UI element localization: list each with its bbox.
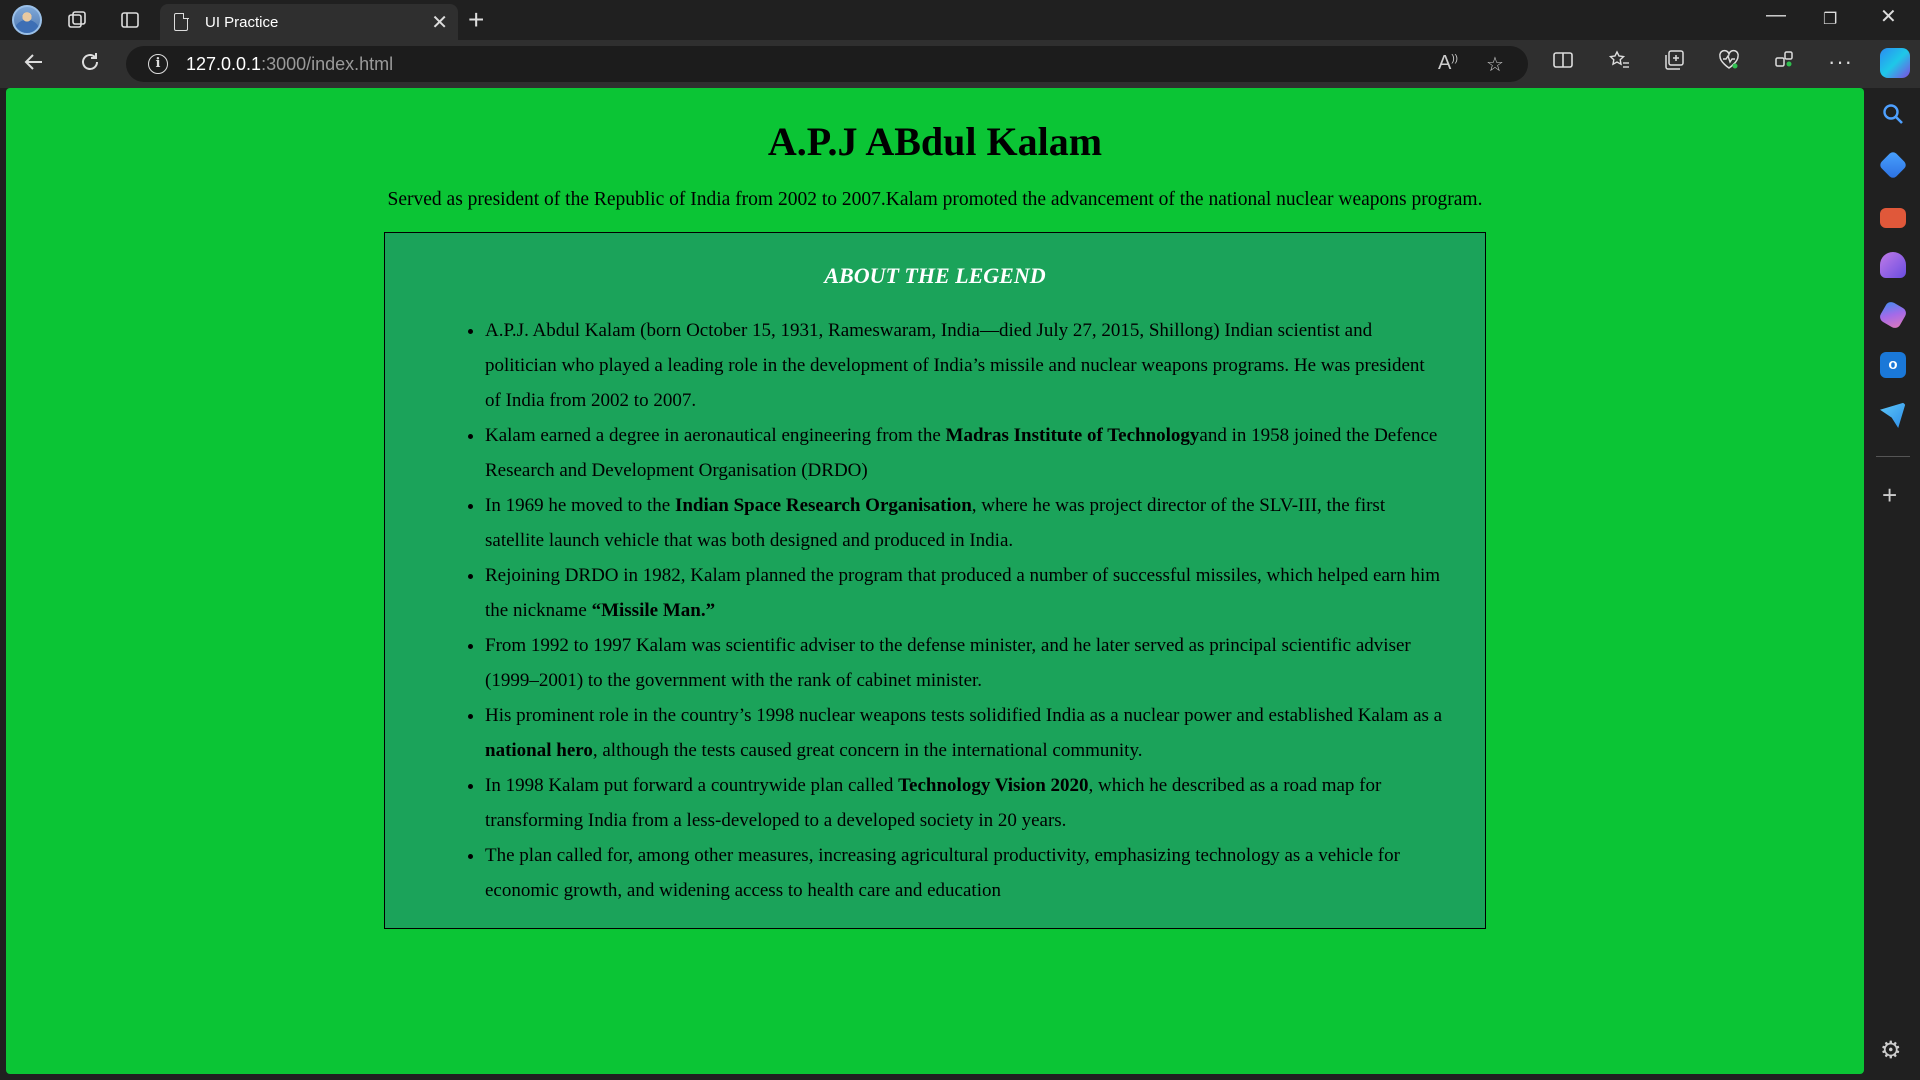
title-bar: UI Practice ✕ + — ❐ ✕ <box>0 0 1920 40</box>
add-icon[interactable]: + <box>1882 480 1897 511</box>
tab-title: UI Practice <box>205 14 279 31</box>
window-close-icon[interactable]: ✕ <box>1880 4 1897 29</box>
card-heading: ABOUT THE LEGEND <box>824 263 1046 288</box>
list-item: Rejoining DRDO in 1982, Kalam planned th… <box>485 558 1445 628</box>
settings-icon[interactable]: ⚙ <box>1880 1036 1902 1065</box>
split-screen-icon[interactable] <box>1552 49 1574 77</box>
extensions-icon[interactable] <box>1773 49 1795 77</box>
minimize-icon[interactable]: — <box>1766 4 1786 27</box>
list-item: His prominent role in the country’s 1998… <box>485 698 1445 768</box>
games-icon[interactable] <box>1880 252 1906 278</box>
drop-icon[interactable] <box>1880 402 1906 428</box>
browser-tab[interactable]: UI Practice ✕ <box>160 4 458 40</box>
close-icon[interactable]: ✕ <box>431 10 448 35</box>
list-item: From 1992 to 1997 Kalam was scientific a… <box>485 628 1445 698</box>
list-item: A.P.J. Abdul Kalam (born October 15, 193… <box>485 313 1445 418</box>
page-title: A.P.J ABdul Kalam <box>767 119 1103 164</box>
tab-actions-icon[interactable] <box>116 6 144 34</box>
microsoft-365-icon[interactable] <box>1877 299 1909 331</box>
list-item: In 1969 he moved to the Indian Space Res… <box>485 488 1445 558</box>
info-icon[interactable]: i <box>148 54 168 74</box>
favorites-icon[interactable] <box>1608 49 1630 77</box>
list-item: Kalam earned a degree in aeronautical en… <box>485 418 1445 488</box>
back-icon[interactable] <box>22 50 46 81</box>
page-viewport: A.P.J ABdul Kalam Served as president of… <box>6 88 1864 1074</box>
address-bar[interactable]: i 127.0.0.1:3000/index.html A)) ☆ <box>126 46 1528 82</box>
refresh-icon[interactable] <box>78 50 102 81</box>
edge-sidebar: o + ⚙ <box>1866 88 1920 1080</box>
new-tab-icon[interactable]: + <box>468 4 484 36</box>
list-item: The plan called for, among other measure… <box>485 838 1445 908</box>
shopping-icon[interactable] <box>1878 150 1908 180</box>
favorite-star-icon[interactable]: ☆ <box>1486 52 1504 77</box>
read-aloud-icon[interactable]: A)) <box>1438 52 1458 75</box>
profile-avatar-icon[interactable] <box>12 5 42 35</box>
browser-essentials-icon[interactable] <box>1718 49 1740 77</box>
intro-paragraph: Served as president of the Republic of I… <box>387 189 1483 210</box>
copilot-icon[interactable] <box>1880 48 1910 78</box>
collections-icon[interactable] <box>1663 49 1685 77</box>
tools-icon[interactable] <box>1880 208 1906 228</box>
toolbar: i 127.0.0.1:3000/index.html A)) ☆ ··· <box>0 40 1920 88</box>
workspaces-icon[interactable] <box>63 6 91 34</box>
more-icon[interactable]: ··· <box>1828 49 1853 75</box>
url-text[interactable]: 127.0.0.1:3000/index.html <box>186 54 393 75</box>
about-card: ABOUT THE LEGEND A.P.J. Abdul Kalam (bor… <box>384 232 1486 929</box>
facts-list: A.P.J. Abdul Kalam (born October 15, 193… <box>485 313 1445 908</box>
outlook-icon[interactable]: o <box>1880 352 1906 378</box>
list-item: In 1998 Kalam put forward a countrywide … <box>485 768 1445 838</box>
page-icon <box>174 12 189 31</box>
sidebar-divider <box>1876 456 1910 457</box>
search-icon[interactable] <box>1880 102 1906 128</box>
restore-icon[interactable]: ❐ <box>1823 9 1837 29</box>
